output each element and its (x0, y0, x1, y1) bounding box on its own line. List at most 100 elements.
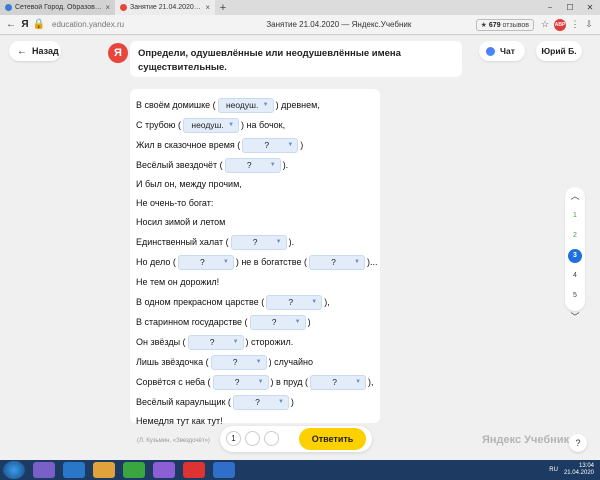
animacy-dropdown[interactable]: ? ▼ (249, 314, 306, 330)
poem-text: Не тем он дорожил! (136, 277, 220, 287)
dropdown-value: ? (209, 337, 215, 347)
poem-text: В своём домишке ( (136, 100, 216, 110)
animacy-dropdown[interactable]: ? ▼ (266, 294, 323, 310)
poem-line: Но дело (? ▼) не в богатстве (? ▼)... (136, 254, 377, 270)
clock-date: 21.04.2020 (563, 470, 594, 476)
star-icon: ★ (480, 21, 487, 29)
poem-line: В одном прекрасном царстве (? ▼), (136, 294, 330, 310)
task-nav-item-2[interactable]: 2 (568, 229, 582, 243)
poem-text: В одном прекрасном царстве ( (136, 297, 265, 307)
animacy-dropdown[interactable]: ? ▼ (177, 254, 234, 270)
help-button[interactable]: ? (569, 434, 587, 452)
poem-text: Весёлый караульщик ( (136, 397, 231, 407)
chevron-down-icon: ▼ (232, 339, 239, 345)
tab-label: Занятие 21.04.2020 — Я... (130, 4, 203, 11)
yandex-favicon-icon (120, 4, 127, 11)
poem-line: В старинном государстве (? ▼) (136, 314, 311, 330)
back-label: Назад (32, 46, 59, 56)
file-explorer-icon[interactable] (93, 462, 115, 478)
dropdown-value: ? (264, 140, 270, 150)
task-nav-item-1[interactable]: 1 (568, 209, 582, 223)
lock-icon: 🔒 (32, 19, 46, 30)
chevron-up-icon[interactable]: ︿ (565, 189, 585, 202)
browser-tab-yandex[interactable]: Занятие 21.04.2020 — Я... × (115, 0, 215, 15)
submit-answer-button[interactable]: Ответить (299, 428, 366, 450)
tab-close-icon[interactable]: × (205, 3, 210, 12)
animacy-dropdown[interactable]: ? ▼ (232, 394, 289, 410)
task-nav-item-5[interactable]: 5 (568, 289, 582, 303)
alice-icon[interactable] (33, 462, 55, 478)
poem-text: ) сторожил. (245, 337, 294, 347)
chevron-down-icon: ▼ (354, 259, 360, 265)
animacy-dropdown[interactable]: ? ▼ (187, 334, 244, 350)
task-nav-item-4[interactable]: 4 (568, 269, 582, 283)
dropdown-value: ? (331, 257, 336, 267)
poem-line: Единственный халат (? ▼). (136, 234, 294, 250)
user-button[interactable]: Юрий Б. (536, 41, 582, 61)
windows-start-icon[interactable] (3, 461, 25, 479)
animacy-dropdown[interactable]: неодуш. ▼ (217, 97, 274, 113)
attempt-indicator-1: 1 (226, 431, 241, 446)
window-controls: ⎯ ☐ ✕ (540, 3, 600, 13)
lesson-page: ← Назад Я Определи, одушевлённые или нео… (0, 36, 600, 460)
animacy-dropdown[interactable]: ? ▼ (308, 254, 365, 270)
maximize-button[interactable]: ☐ (560, 3, 580, 13)
poem-text: Жил в сказочное время ( (136, 140, 241, 150)
yandex-logo-icon[interactable]: Я (18, 19, 32, 30)
poem-text: ) (307, 317, 311, 327)
language-indicator[interactable]: RU (549, 467, 558, 473)
word-icon[interactable] (213, 462, 235, 478)
clock[interactable]: 13:04 21.04.2020 (564, 463, 594, 477)
animacy-dropdown[interactable]: ? ▼ (212, 374, 269, 390)
ie-icon[interactable] (63, 462, 85, 478)
close-window-button[interactable]: ✕ (580, 3, 600, 13)
poem-line: Весёлый караульщик (? ▼) (136, 394, 294, 410)
task-nav-item-3[interactable]: 3 (568, 249, 582, 263)
poem-text: С трубою ( (136, 120, 182, 130)
animacy-dropdown[interactable]: неодуш. ▼ (183, 117, 240, 133)
minimize-button[interactable]: ⎯ (540, 3, 560, 13)
url-field[interactable]: education.yandex.ru (52, 20, 202, 29)
bookmark-icon[interactable]: ☆ (538, 19, 552, 30)
poem-text: И был он, между прочим, (136, 179, 242, 189)
chevron-down-icon: ▼ (311, 299, 318, 305)
animacy-dropdown[interactable]: ? ▼ (224, 157, 281, 173)
viber-icon[interactable] (153, 462, 175, 478)
poem-text: ) (300, 140, 304, 150)
tab-label: Сетевой Город. Образова... (15, 4, 103, 11)
animacy-dropdown[interactable]: ? ▼ (242, 137, 299, 153)
poem-line: Жил в сказочное время (? ▼) (136, 137, 303, 153)
reviews-badge[interactable]: ★ 679 отзывов (475, 18, 534, 31)
chevron-down-icon[interactable]: ﹀ (565, 310, 585, 323)
browser-tab-netgorod[interactable]: Сетевой Город. Образова... × (0, 0, 115, 15)
task-instruction: Определи, одушевлённые или неодушевлённы… (130, 41, 462, 77)
animacy-dropdown[interactable]: ? ▼ (310, 374, 367, 390)
chrome-icon[interactable] (123, 462, 145, 478)
chat-button[interactable]: Чат (479, 41, 525, 61)
download-icon[interactable]: ⇩ (582, 19, 596, 30)
new-tab-button[interactable]: + (215, 2, 231, 14)
poem-line: В своём домишке (неодуш. ▼) древнем, (136, 97, 320, 113)
back-button[interactable]: ← Назад (9, 41, 61, 61)
tab-close-icon[interactable]: × (105, 3, 110, 12)
browser-back-button[interactable]: ← (4, 19, 18, 30)
adblock-icon[interactable]: ABP (554, 18, 566, 31)
poem-text: ) в пруд ( (270, 377, 309, 387)
poem-line: Лишь звёздочка (? ▼) случайно (136, 354, 313, 370)
chevron-down-icon: ▼ (255, 359, 262, 365)
animacy-dropdown[interactable]: ? ▼ (210, 354, 267, 370)
chevron-down-icon: ▼ (257, 379, 264, 385)
poem-line: Носил зимой и летом (136, 214, 225, 230)
poem-line: Он звёзды (? ▼) сторожил. (136, 334, 293, 350)
chevron-down-icon: ▼ (228, 122, 235, 128)
clock-time: 13:04 (578, 463, 594, 469)
dropdown-value: ? (232, 357, 238, 367)
menu-icon[interactable]: ⋮ (568, 19, 582, 30)
poem-text: В старинном государстве ( (136, 317, 248, 327)
dropdown-value: неодуш. (191, 120, 224, 130)
browser-tab-strip: Сетевой Город. Образова... × Занятие 21.… (0, 0, 600, 15)
animacy-dropdown[interactable]: ? ▼ (230, 234, 287, 250)
site-favicon-icon (5, 4, 12, 11)
dropdown-value: ? (255, 397, 260, 407)
yandex-browser-icon[interactable] (183, 462, 205, 478)
